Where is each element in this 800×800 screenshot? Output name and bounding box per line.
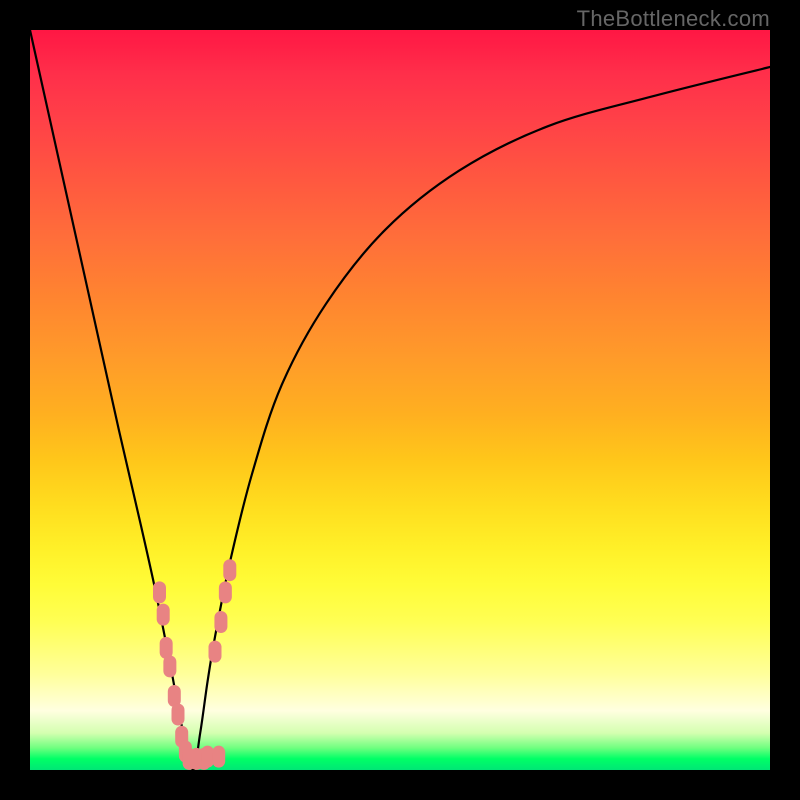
marker-dot xyxy=(163,655,176,677)
marker-dot xyxy=(223,559,236,581)
marker-dot xyxy=(153,581,166,603)
marker-dot xyxy=(201,746,214,768)
watermark-text: TheBottleneck.com xyxy=(577,6,770,32)
marker-dot xyxy=(219,581,232,603)
marker-dot xyxy=(172,704,185,726)
marker-dot xyxy=(214,611,227,633)
chart-frame: TheBottleneck.com xyxy=(0,0,800,800)
marker-dot xyxy=(212,746,225,768)
bottleneck-curve xyxy=(30,30,770,770)
plot-area xyxy=(30,30,770,770)
marker-dot xyxy=(209,641,222,663)
marker-dot xyxy=(157,604,170,626)
